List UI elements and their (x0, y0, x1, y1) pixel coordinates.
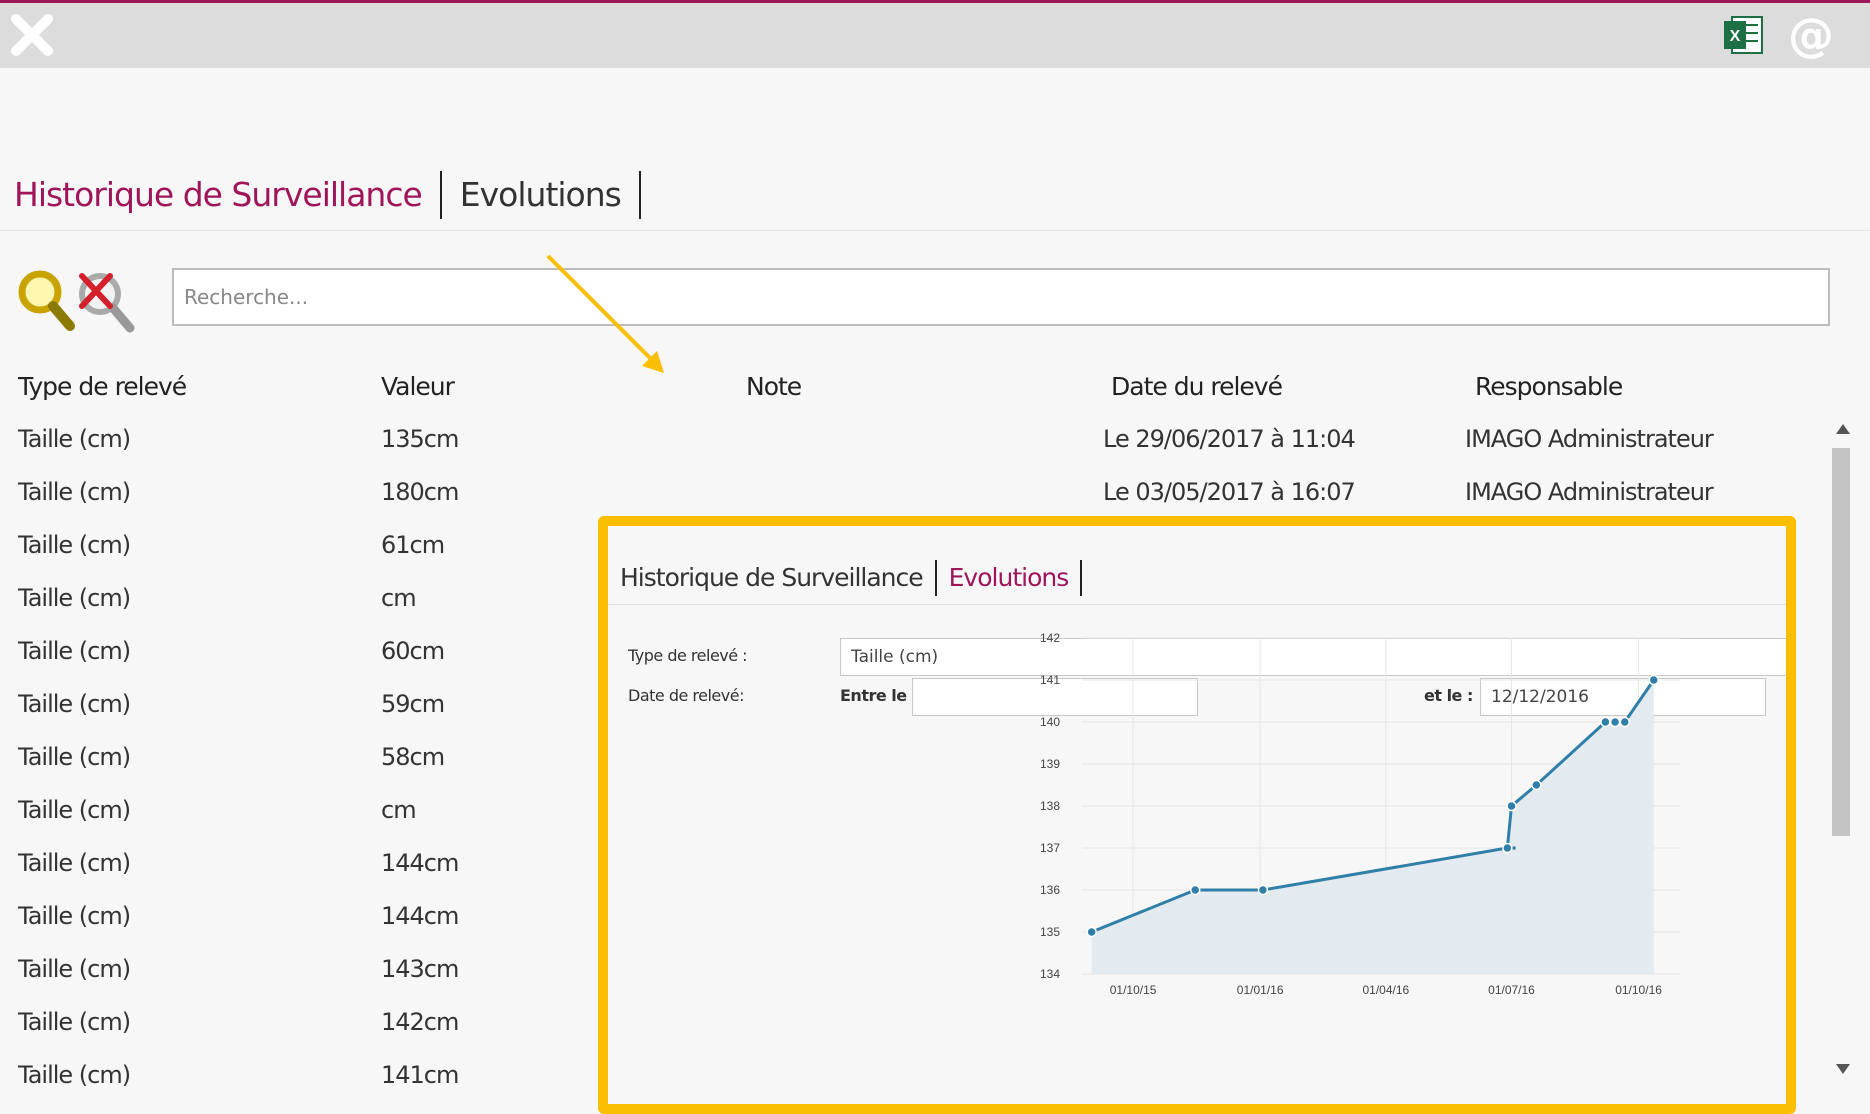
y-tick-label: 140 (1040, 715, 1060, 729)
cell-type: Taille (cm) (18, 743, 131, 771)
scroll-up-arrow-icon[interactable] (1836, 424, 1850, 434)
cell-valeur: 143cm (381, 955, 459, 983)
scroll-down-arrow-icon[interactable] (1836, 1064, 1850, 1074)
cell-type: Taille (cm) (18, 584, 131, 612)
clear-search-icon[interactable] (74, 266, 138, 334)
data-point (1648, 674, 1660, 686)
y-tick-label: 141 (1040, 673, 1060, 687)
x-tick-label: 01/04/16 (1362, 983, 1409, 997)
x-tick-label: 01/01/16 (1237, 983, 1284, 997)
data-point (1189, 884, 1201, 896)
data-point (1506, 800, 1517, 812)
cell-valeur: cm (381, 584, 417, 612)
y-tick-label: 142 (1040, 631, 1060, 645)
cell-valeur: 141cm (381, 1061, 459, 1089)
x-tick-label: 01/10/16 (1615, 983, 1662, 997)
table-row[interactable]: Taille (cm) 135cm Le 29/06/2017 à 11:04 IMA… (0, 413, 1820, 466)
close-icon[interactable] (8, 11, 56, 59)
excel-glyph: X (1730, 28, 1741, 45)
cell-type: Taille (cm) (18, 902, 131, 930)
cell-type: Taille (cm) (18, 955, 131, 983)
main-tabs: Historique de Surveillance Evolutions (14, 168, 641, 222)
data-point (1257, 884, 1269, 896)
column-header-valeur[interactable]: Valeur (381, 372, 455, 401)
cell-type: Taille (cm) (18, 478, 131, 506)
excel-export-icon[interactable]: X (1722, 13, 1766, 57)
column-header-date[interactable]: Date du relevé (1111, 372, 1283, 401)
column-header-note[interactable]: Note (746, 372, 802, 401)
at-sign-icon[interactable]: @ (1788, 9, 1834, 61)
data-point (1600, 716, 1611, 728)
cell-valeur: cm (381, 796, 417, 824)
y-tick-label: 136 (1040, 883, 1060, 897)
cell-valeur: 61cm (381, 531, 445, 559)
cell-valeur: 144cm (381, 849, 459, 877)
top-toolbar: X @ (0, 0, 1870, 68)
cell-valeur: 180cm (381, 478, 459, 506)
cell-date: Le 03/05/2017 à 16:07 (1103, 478, 1356, 506)
cell-type: Taille (cm) (18, 1008, 131, 1036)
cell-type: Taille (cm) (18, 637, 131, 665)
x-tick-label: 01/07/16 (1488, 983, 1535, 997)
cell-type: Taille (cm) (18, 690, 131, 718)
cell-type: Taille (cm) (18, 796, 131, 824)
y-tick-label: 134 (1040, 967, 1060, 981)
cell-type: Taille (cm) (18, 1061, 131, 1089)
cell-date: Le 29/06/2017 à 11:04 (1103, 425, 1356, 453)
cell-valeur: 135cm (381, 425, 459, 453)
data-point (1609, 716, 1621, 728)
cell-valeur: 59cm (381, 690, 445, 718)
cell-valeur: 144cm (381, 902, 459, 930)
y-tick-label: 135 (1040, 925, 1060, 939)
scrollbar-thumb[interactable] (1832, 448, 1850, 836)
search-icon[interactable] (14, 266, 78, 334)
cell-type: Taille (cm) (18, 531, 131, 559)
y-tick-label: 139 (1040, 757, 1060, 771)
evolutions-preview-panel: Historique de Surveillance Evolutions Ty… (598, 516, 1796, 1114)
cell-responsable: IMAGO Administrateur (1465, 425, 1714, 453)
column-header-type[interactable]: Type de relevé (18, 372, 187, 401)
column-header-responsable[interactable]: Responsable (1475, 372, 1623, 401)
data-point (1502, 842, 1513, 854)
cell-type: Taille (cm) (18, 849, 131, 877)
series-area (1091, 680, 1654, 974)
cell-type: Taille (cm) (18, 425, 131, 453)
cell-valeur: 60cm (381, 637, 445, 665)
search-input[interactable] (172, 268, 1830, 326)
x-tick-label: 01/10/15 (1110, 983, 1157, 997)
data-point (1086, 926, 1097, 938)
data-point (1619, 716, 1631, 728)
y-tick-label: 137 (1040, 841, 1060, 855)
tabs-divider (0, 230, 1870, 231)
cell-valeur: 142cm (381, 1008, 459, 1036)
table-row[interactable]: Taille (cm) 180cm Le 03/05/2017 à 16:07 IMA… (0, 466, 1820, 519)
cell-valeur: 58cm (381, 743, 445, 771)
y-tick-label: 138 (1040, 799, 1060, 813)
data-point (1531, 779, 1542, 791)
tab-historique[interactable]: Historique de Surveillance (14, 171, 442, 219)
evolution-chart: 134 135 136 137 138 139 140 141 142 01/10/15 01/01… (1040, 631, 1680, 997)
tab-evolutions[interactable]: Evolutions (442, 171, 641, 219)
cell-responsable: IMAGO Administrateur (1465, 478, 1714, 506)
